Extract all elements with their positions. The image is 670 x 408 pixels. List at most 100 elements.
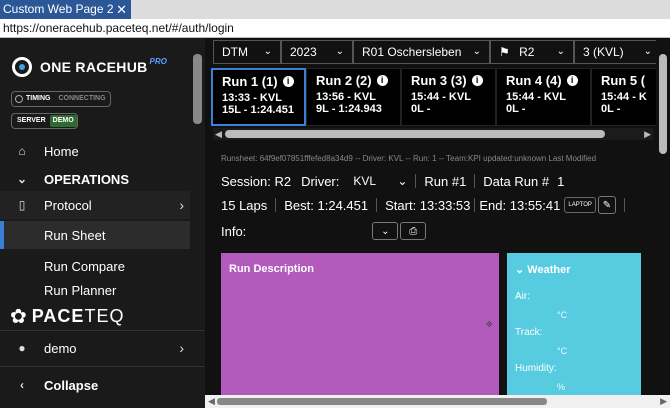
chevron-down-icon: ⌄ [263, 46, 272, 57]
brand-suffix: PRO [149, 56, 167, 66]
timing-label: TIMING [26, 95, 51, 102]
sidebar-item-run-planner[interactable]: Run Planner [0, 283, 190, 298]
humidity-label: Humidity: [515, 363, 557, 374]
sidebar-item-protocol[interactable]: ▯ Protocol › [0, 191, 190, 219]
driver-select[interactable]: KVL ⌄ [353, 174, 407, 188]
run-card[interactable]: Run 3 (3) i 15:44 - KVL 0L - [401, 68, 496, 126]
brand-logo[interactable]: ONE RACEHUB PRO [12, 56, 167, 78]
data-run-value[interactable]: 1 [557, 174, 564, 189]
series-select[interactable]: DTM ⌄ [213, 40, 281, 64]
collapse-label: Collapse [44, 377, 99, 393]
track-label: Track: [515, 327, 543, 338]
info-icon[interactable]: i [566, 75, 578, 86]
divider [474, 198, 476, 212]
sidebar-scrollbar-thumb[interactable] [193, 54, 202, 124]
sidebar-item-run-compare[interactable]: Run Compare [0, 252, 190, 280]
connecting-label: CONNECTING [58, 95, 106, 102]
sidebar-item-label: Run Planner [44, 283, 117, 298]
expand-button[interactable]: ⌄ [372, 222, 399, 240]
weather-title[interactable]: ⌄ Weather [507, 253, 641, 276]
run-laps: 0L - [506, 103, 526, 115]
run-time: 15:44 - KVL [411, 91, 471, 103]
driver-select[interactable]: 3 (KVL) ⌄ [574, 40, 661, 64]
close-icon[interactable]: ✕ [116, 0, 127, 19]
server-label: SERVER [17, 117, 46, 124]
sidebar-item-label: Protocol [44, 197, 92, 213]
info-icon[interactable]: i [471, 75, 483, 86]
run-laps: 9L - 1:24.943 [316, 103, 382, 115]
event-select[interactable]: R01 Oschersleben ⌄ [353, 40, 490, 64]
scroll-left-icon[interactable]: ◀ [215, 128, 222, 140]
scroll-left-icon[interactable]: ◀ [208, 395, 215, 408]
sidebar: ONE RACEHUB PRO TIMING CONNECTING SERVER… [0, 38, 205, 408]
driver-select-value: KVL [353, 174, 377, 188]
run-laps: 15L - 1:24.451 [222, 104, 294, 116]
chevron-down-icon: ⌄ [515, 264, 525, 276]
year-select[interactable]: 2023 ⌄ [281, 40, 353, 64]
run-time: 13:33 - KVL [222, 92, 282, 104]
humidity-unit[interactable]: % [557, 382, 565, 392]
sidebar-item-run-sheet[interactable]: Run Sheet [0, 221, 190, 249]
clipboard-icon: ▯ [18, 198, 26, 212]
main-content: DTM ⌄ 2023 ⌄ R01 Oschersleben ⌄ ⚑ R2 ⌄ 3… [205, 38, 670, 408]
edit-icon[interactable]: ✎ [597, 196, 616, 214]
runsheet-stats-row: 15 Laps Best: 1:24.451 Start: 13:33:53 E… [221, 194, 633, 216]
sidebar-item-home[interactable]: ⌂ Home [0, 137, 190, 165]
run-title: Run 1 (1) [222, 74, 278, 89]
info-label: Info: [221, 223, 247, 239]
run-description-title: Run Description [229, 263, 314, 275]
chevron-down-icon: ⌄ [16, 172, 28, 186]
main-scrollbar[interactable] [656, 38, 670, 396]
run-list-scrollbar-thumb[interactable] [225, 130, 605, 138]
resize-handle-icon[interactable]: ≡ [484, 319, 496, 331]
track-unit[interactable]: °C [557, 346, 567, 356]
sidebar-scrollbar[interactable] [190, 38, 205, 298]
session-value: R2 [519, 45, 535, 59]
run-description-panel[interactable]: Run Description ≡ [221, 253, 499, 403]
divider [474, 174, 476, 188]
info-icon[interactable]: i [282, 76, 294, 87]
run-list-scrollbar[interactable]: ◀ ▶ [213, 128, 653, 140]
address-bar[interactable]: https://oneracehub.paceteq.net/#/auth/lo… [0, 19, 670, 38]
run-laps: 0L - [601, 103, 621, 115]
paceteq-logo: ✿ PACE TEQ [10, 304, 124, 329]
horizontal-scrollbar-thumb[interactable] [217, 398, 547, 405]
run-card[interactable]: Run 1 (1) i 13:33 - KVL 15L - 1:24.451 [211, 68, 306, 126]
collapse-button[interactable]: ‹ Collapse [0, 371, 190, 399]
data-run-label: Data Run # [483, 173, 550, 189]
run-time: 13:56 - KVL [316, 91, 376, 103]
demo-tag: DEMO [49, 115, 77, 127]
weather-panel: ⌄ Weather Air: °C Track: °C Humidity: % [507, 253, 641, 403]
run-card[interactable]: Run 4 (4) i 15:44 - KVL 0L - [496, 68, 591, 126]
series-value: DTM [222, 45, 248, 59]
horizontal-scrollbar[interactable]: ◀ ▶ [205, 395, 670, 408]
sidebar-item-label: Home [44, 143, 79, 159]
info-icon[interactable]: i [376, 75, 388, 86]
divider [0, 330, 205, 331]
print-icon: ⎙ [409, 225, 418, 237]
sidebar-item-label: Run Compare [44, 258, 125, 274]
run-card[interactable]: Run 5 ( 15:44 - K 0L - [591, 68, 659, 126]
laps-count: 15 Laps [221, 197, 268, 213]
paceteq-logo-icon: ✿ [10, 306, 28, 328]
window-titlebar: Custom Web Page 2 ✕ [0, 0, 670, 19]
window-tab[interactable]: Custom Web Page 2 ✕ [0, 0, 131, 19]
session-label: Session: R2 [221, 173, 292, 189]
scroll-right-icon[interactable]: ▶ [660, 395, 667, 408]
run-card[interactable]: Run 2 (2) i 13:56 - KVL 9L - 1:24.943 [306, 68, 401, 126]
chevron-right-icon: › [179, 340, 184, 356]
main-scrollbar-thumb[interactable] [659, 54, 667, 154]
weather-title-label: Weather [527, 264, 571, 276]
chevron-right-icon: › [179, 197, 184, 213]
sidebar-item-operations[interactable]: ⌄ OPERATIONS [0, 165, 190, 193]
scroll-right-icon[interactable]: ▶ [644, 128, 651, 140]
air-unit[interactable]: °C [557, 310, 567, 320]
runsheet-info-row: Info: ⌄ ⎙ [221, 220, 427, 242]
session-select[interactable]: ⚑ R2 ⌄ [490, 40, 574, 64]
timing-status-badge: TIMING CONNECTING [11, 91, 111, 107]
run-title: Run 3 (3) [411, 73, 467, 88]
user-menu[interactable]: ● demo › [0, 334, 190, 362]
run-title: Run 5 ( [601, 73, 646, 88]
laptop-button[interactable]: LAPTOP [564, 197, 596, 213]
print-button[interactable]: ⎙ [400, 222, 427, 240]
